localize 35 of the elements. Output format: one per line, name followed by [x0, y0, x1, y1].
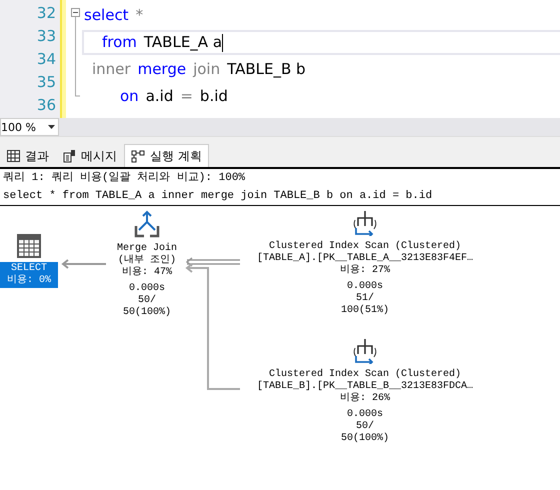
plan-icon	[131, 150, 145, 162]
grid-icon	[7, 150, 20, 162]
plan-node-label[interactable]: SELECT 비용: 0%	[0, 262, 58, 288]
query-cost-text: 쿼리 1: 쿼리 비용(일괄 처리와 비교): 100%	[2, 170, 246, 186]
plan-node-label[interactable]: Clustered Index Scan (Clustered) [TABLE_A].[PK__TABLE_A__3213E83F4EF… 비용: 27% 0.000s 51/ 100(51%)	[240, 240, 490, 318]
code-token: b.id	[200, 86, 228, 107]
connector-arrow	[61, 259, 106, 269]
code-token: select	[84, 5, 129, 26]
code-token: *	[136, 5, 144, 26]
code-token: on	[120, 86, 139, 107]
line-number: 33	[36, 26, 57, 47]
document-icon	[63, 150, 76, 162]
merge-join-icon	[134, 210, 160, 238]
zoom-dropdown[interactable]: 100 %	[0, 118, 59, 136]
line-number: 36	[36, 95, 57, 116]
code-token: TABLE_B b	[227, 59, 306, 80]
dropdown-caret-icon	[48, 125, 55, 129]
code-token: a.id	[146, 86, 174, 107]
line-number: 35	[36, 72, 57, 93]
table-icon	[17, 234, 41, 258]
code-token: from	[102, 32, 137, 53]
text-cursor	[222, 34, 224, 52]
code-token: =	[180, 86, 193, 107]
plan-node-label[interactable]: Merge Join (내부 조인) 비용: 47% 0.000s 50/ 50(100%)	[92, 242, 202, 320]
code-token: join	[193, 59, 220, 80]
code-token: TABLE_A a	[144, 32, 222, 53]
index-scan-icon	[352, 338, 378, 364]
line-number: 32	[36, 3, 57, 24]
line-number: 34	[36, 49, 57, 70]
code-token: inner	[92, 59, 131, 80]
query-text: select * from TABLE_A a inner merge join TABLE_B b on a.id = b.id	[2, 189, 434, 204]
plan-node-label[interactable]: Clustered Index Scan (Clustered) [TABLE_B].[PK__TABLE_B__3213E83FDCA… 비용: 26% 0.000s 50/ 50(100%)	[240, 368, 490, 446]
result-tab[interactable]: 실행 계획	[124, 144, 209, 167]
index-scan-icon	[352, 210, 378, 236]
code-token: merge	[138, 59, 186, 80]
